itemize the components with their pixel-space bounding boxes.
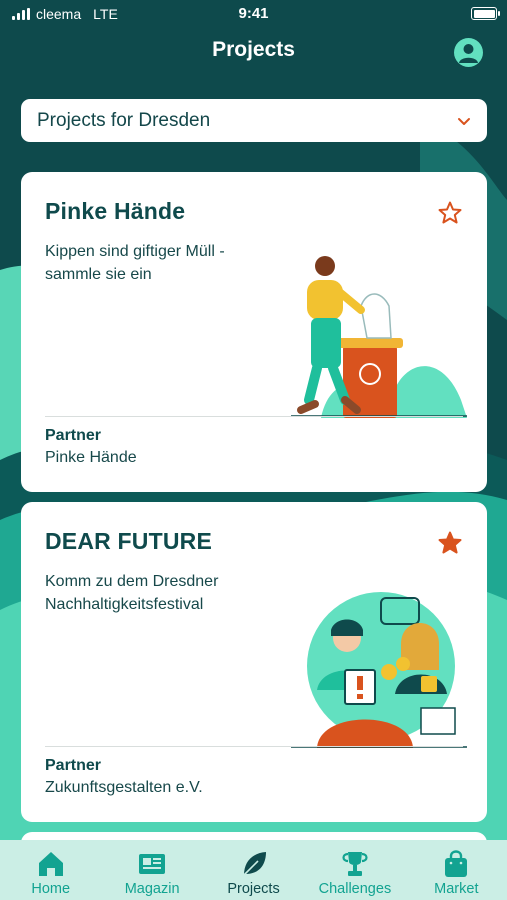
tab-magazin[interactable]: Magazin (101, 840, 202, 900)
user-icon (459, 44, 478, 63)
star-outline-icon[interactable] (437, 200, 463, 226)
city-select-label: Projects for Dresden (37, 109, 211, 131)
trophy-icon (342, 852, 368, 876)
newspaper-icon (139, 854, 166, 874)
partner-label: Partner (45, 427, 102, 444)
tab-label: Magazin (124, 881, 180, 897)
tab-home[interactable]: Home (0, 840, 101, 900)
status-bar: cleema LTE 9:41 (0, 0, 507, 28)
star-filled-icon[interactable] (437, 530, 463, 556)
partner-label: Partner (45, 757, 102, 774)
recycling-illustration (291, 256, 467, 418)
status-time: 9:41 (238, 5, 269, 22)
city-select[interactable]: Projects for Dresden (21, 99, 487, 142)
project-title: Pinke Hände (45, 198, 186, 224)
shopping-bag-icon (445, 850, 468, 877)
project-description: Kippen sind giftiger Müll - sammle sie e… (45, 243, 225, 283)
tab-market[interactable]: Market (406, 840, 507, 900)
project-card[interactable]: DEAR FUTURE Komm zu dem Dresdner Nachhal… (21, 502, 487, 822)
chevron-down-icon (458, 117, 470, 125)
festival-illustration (291, 592, 467, 748)
project-card[interactable]: Pinke Hände Kippen sind giftiger Müll - … (21, 172, 487, 492)
tab-label: Projects (227, 881, 280, 897)
card-divider (45, 416, 463, 417)
profile-button[interactable] (454, 38, 483, 67)
home-icon (38, 852, 63, 876)
partner-name: Zukunftsgestalten e.V. (45, 779, 203, 796)
project-description: Komm zu dem Dresdner Nachhaltigkeitsfest… (45, 573, 219, 613)
project-title: DEAR FUTURE (45, 528, 213, 554)
page-title: Projects (212, 38, 295, 61)
tab-projects[interactable]: Projects (203, 840, 304, 900)
tab-bar: Home Magazin Projects Challenges Market (0, 840, 507, 900)
tab-label: Challenges (318, 881, 392, 897)
tab-label: Home (31, 881, 71, 897)
partner-name: Pinke Hände (45, 449, 137, 466)
tab-challenges[interactable]: Challenges (304, 840, 405, 900)
leaf-icon (241, 852, 266, 877)
tab-label: Market (434, 881, 479, 897)
battery-icon (471, 7, 500, 20)
card-divider (45, 746, 463, 747)
